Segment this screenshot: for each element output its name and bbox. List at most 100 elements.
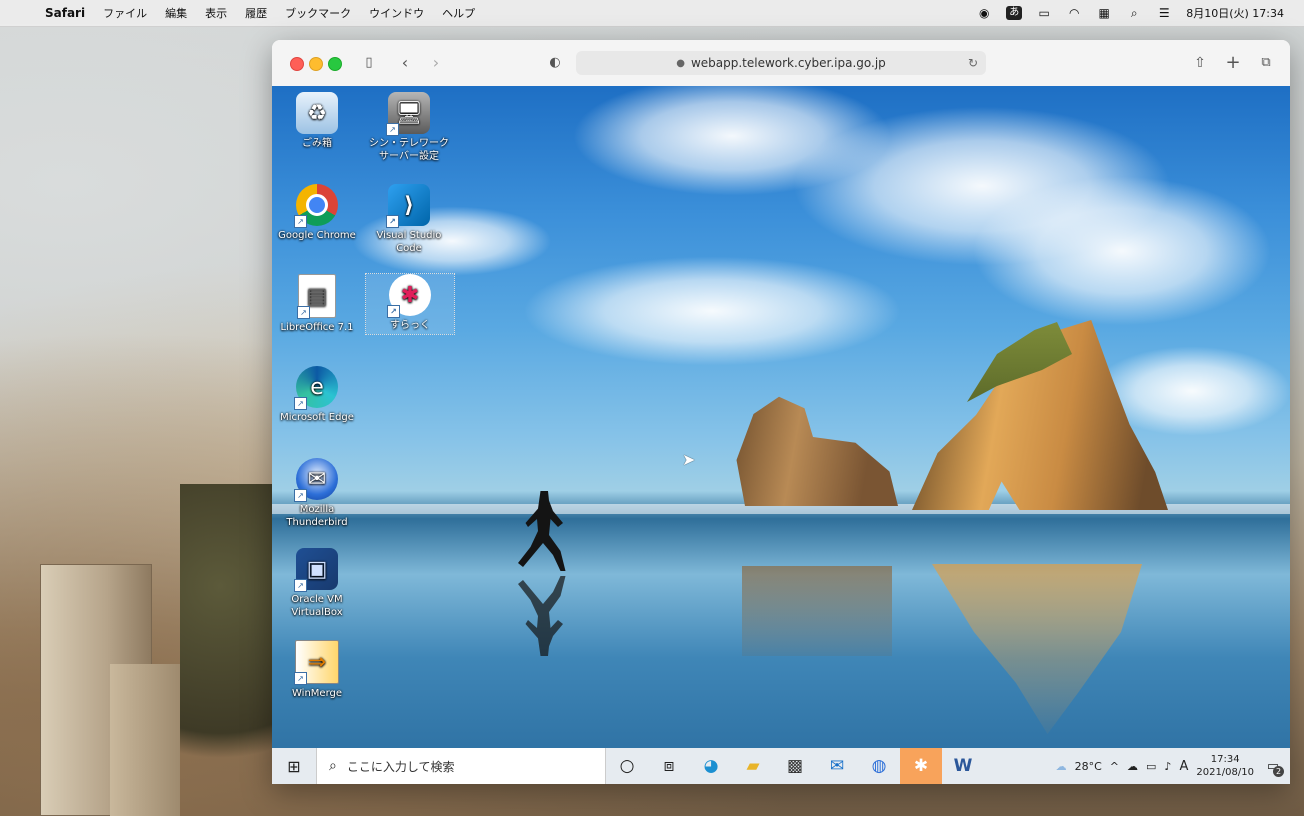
taskbar-edge[interactable]: ◕ xyxy=(690,748,732,784)
word-icon: W xyxy=(953,756,973,776)
shortcut-arrow-icon: ↗ xyxy=(294,215,307,228)
desktop-icon-label: WinMerge xyxy=(292,688,342,699)
menu-window[interactable]: ウインドウ xyxy=(360,5,433,21)
store-icon: ▩ xyxy=(786,756,804,776)
remote-desktop[interactable]: ➤ ♻ ごみ箱 🖥 ↗ シン・テレワーク サーバー設定 ↗ Google Chro… xyxy=(272,86,1290,784)
desktop-icon-recycle-bin[interactable]: ♻ ごみ箱 xyxy=(274,92,360,150)
notification-center-button[interactable]: ▭ 2 xyxy=(1262,755,1284,777)
privacy-shield-icon[interactable]: ◐ xyxy=(544,52,566,74)
desktop-icon-winmerge[interactable]: ⇒ ↗ WinMerge xyxy=(274,640,360,700)
menu-app-name[interactable]: Safari xyxy=(36,6,94,20)
taskbar-word[interactable]: W xyxy=(942,748,984,784)
lock-icon: ● xyxy=(676,57,685,69)
new-tab-icon[interactable]: + xyxy=(1222,52,1244,74)
desktop-icon-edge[interactable]: e ↗ Microsoft Edge xyxy=(274,366,360,424)
taskbar-clock[interactable]: 17:34 2021/08/10 xyxy=(1196,753,1254,779)
menu-view[interactable]: 表示 xyxy=(196,5,236,21)
taskbar-slack[interactable]: ✱ xyxy=(900,748,942,784)
battery-icon[interactable]: ▭ xyxy=(1036,6,1052,20)
desktop-icon-server-settings[interactable]: 🖥 ↗ シン・テレワーク サーバー設定 xyxy=(366,92,452,163)
slack-icon: ✱ xyxy=(913,756,929,776)
wallpaper-building xyxy=(110,664,180,816)
input-method-indicator[interactable]: あ xyxy=(1006,6,1023,20)
task-view-icon: ⧈ xyxy=(663,756,675,776)
focus-icon[interactable]: ◉ xyxy=(976,6,992,20)
mouse-cursor-icon: ➤ xyxy=(682,450,696,469)
task-view-button[interactable]: ⧈ xyxy=(648,748,690,784)
libreoffice-icon: ▤ ↗ xyxy=(297,274,336,319)
clock-time: 17:34 xyxy=(1210,754,1240,765)
close-window-button[interactable] xyxy=(290,57,304,71)
taskbar-mail[interactable]: ✉ xyxy=(816,748,858,784)
url-text: webapp.telework.cyber.ipa.go.jp xyxy=(690,56,886,70)
cortana-icon: ○ xyxy=(619,756,635,776)
edge-icon: e ↗ xyxy=(294,366,338,410)
forward-icon[interactable]: › xyxy=(425,52,447,74)
menu-file[interactable]: ファイル xyxy=(94,5,156,21)
winmerge-icon: ⇒ ↗ xyxy=(294,640,339,685)
cloud xyxy=(972,176,1272,326)
safari-window: ▯ ‹ › ◐ ● webapp.telework.cyber.ipa.go.j… xyxy=(272,40,1290,784)
desktop-icon-vscode[interactable]: ⟩ ↗ Visual Studio Code xyxy=(366,184,452,255)
shortcut-arrow-icon: ↗ xyxy=(386,123,399,136)
shortcut-arrow-icon: ↗ xyxy=(294,672,307,685)
control-center-icon[interactable]: ☰ xyxy=(1156,6,1172,20)
taskbar-file-explorer[interactable]: ▰ xyxy=(732,748,774,784)
menu-help[interactable]: ヘルプ xyxy=(433,5,484,21)
runner-reflection xyxy=(518,576,568,656)
reload-icon[interactable]: ↻ xyxy=(968,56,978,70)
shortcut-arrow-icon: ↗ xyxy=(294,397,307,410)
desktop-icon-label: Google Chrome xyxy=(278,230,356,241)
rock-reflection-left xyxy=(742,566,892,656)
menu-clock[interactable]: 8月10日(火) 17:34 xyxy=(1186,5,1284,21)
weather-temperature[interactable]: 28°C xyxy=(1075,760,1102,773)
tab-overview-icon[interactable]: ⧉ xyxy=(1255,52,1277,74)
edge-icon: ◕ xyxy=(703,756,719,776)
cortana-button[interactable]: ○ xyxy=(606,748,648,784)
weather-icon[interactable]: ☁ xyxy=(1056,760,1067,773)
onedrive-icon[interactable]: ☁ xyxy=(1127,760,1138,773)
windows-start-button[interactable]: ⊞ xyxy=(272,748,316,784)
taskbar-github[interactable]: ◍ xyxy=(858,748,900,784)
desktop-icon-label: Visual Studio Code xyxy=(376,230,442,254)
desktop-icon-label: すらっく xyxy=(390,320,430,331)
vscode-icon: ⟩ ↗ xyxy=(386,184,430,228)
share-icon[interactable]: ⇧ xyxy=(1189,52,1211,74)
network-icon[interactable]: ▭ xyxy=(1146,760,1156,773)
wifi-icon[interactable]: ◠ xyxy=(1066,6,1082,20)
taskbar-store[interactable]: ▩ xyxy=(774,748,816,784)
taskbar-search-box[interactable]: ⌕ ここに入力して検索 xyxy=(316,748,606,784)
desktop-icon-label: LibreOffice 7.1 xyxy=(280,322,354,333)
desktop-icon-slack[interactable]: ✱ ↗ すらっく xyxy=(365,273,455,335)
address-bar[interactable]: ● webapp.telework.cyber.ipa.go.jp ↻ xyxy=(576,51,986,75)
desktop-icon-thunderbird[interactable]: ✉ ↗ Mozilla Thunderbird xyxy=(274,458,360,529)
menu-bookmarks[interactable]: ブックマーク xyxy=(276,5,360,21)
sidebar-toggle-icon[interactable]: ▯ xyxy=(358,52,380,74)
runner-silhouette xyxy=(518,491,566,571)
system-tray: ☁ 28°C ^ ☁ ▭ ♪ A 17:34 2021/08/10 ▭ 2 xyxy=(1056,753,1290,779)
back-icon[interactable]: ‹ xyxy=(394,52,416,74)
desktop-icon-chrome[interactable]: ↗ Google Chrome xyxy=(274,184,360,242)
tray-chevron-icon[interactable]: ^ xyxy=(1110,760,1119,773)
thunderbird-icon: ✉ ↗ xyxy=(294,458,338,502)
search-placeholder: ここに入力して検索 xyxy=(346,759,455,774)
zoom-window-button[interactable] xyxy=(328,57,342,71)
shortcut-arrow-icon: ↗ xyxy=(387,305,400,318)
github-icon: ◍ xyxy=(871,756,887,776)
volume-icon[interactable]: ♪ xyxy=(1164,760,1171,773)
shortcut-arrow-icon: ↗ xyxy=(294,579,307,592)
safari-toolbar: ▯ ‹ › ◐ ● webapp.telework.cyber.ipa.go.j… xyxy=(272,40,1290,87)
menu-history[interactable]: 履歴 xyxy=(236,5,276,21)
shortcut-arrow-icon: ↗ xyxy=(294,489,307,502)
spotlight-search-icon[interactable]: ⌕ xyxy=(1126,6,1142,20)
windows-logo-icon: ⊞ xyxy=(287,756,301,776)
ime-mode-indicator[interactable]: A xyxy=(1179,759,1188,774)
desktop-icon-libreoffice[interactable]: ▤ ↗ LibreOffice 7.1 xyxy=(274,274,360,334)
wallpaper-tree xyxy=(180,484,280,816)
menu-edit[interactable]: 編集 xyxy=(156,5,196,21)
desktop-icon-virtualbox[interactable]: ▣ ↗ Oracle VM VirtualBox xyxy=(274,548,360,619)
slack-icon: ✱ ↗ xyxy=(387,274,431,318)
minimize-window-button[interactable] xyxy=(309,57,323,71)
mail-icon: ✉ xyxy=(829,756,845,776)
keyboard-icon[interactable]: ▦ xyxy=(1096,6,1112,20)
